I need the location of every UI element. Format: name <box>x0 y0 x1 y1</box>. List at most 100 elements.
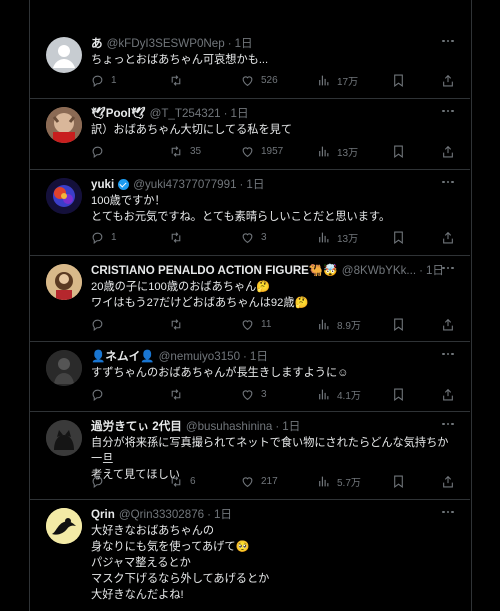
user-handle[interactable]: @busuhashinina <box>186 420 273 433</box>
more-icon[interactable] <box>442 508 456 516</box>
tweet-time[interactable]: 1日 <box>282 418 300 434</box>
reply-button[interactable] <box>91 473 111 489</box>
tweet-header: 👤ネムイ👤 @nemuiyo3150 · 1日 <box>91 348 454 364</box>
tweet-time[interactable]: 1日 <box>246 176 264 192</box>
like-button[interactable]: 217 <box>241 473 278 489</box>
views-button[interactable]: 17万 <box>317 72 358 88</box>
views-button[interactable]: 5.7万 <box>317 473 361 489</box>
tweet-actions: 1 526 17万 <box>91 72 456 88</box>
user-handle[interactable]: @kFDyI3SESWP0Nep <box>107 37 225 50</box>
views-button[interactable]: 8.9万 <box>317 316 361 332</box>
retweet-icon <box>171 388 181 400</box>
views-count: 8.9万 <box>337 320 361 332</box>
user-handle[interactable]: @nemuiyo3150 <box>159 350 240 363</box>
like-count: 217 <box>261 475 278 487</box>
bookmark-button[interactable] <box>393 386 404 402</box>
more-icon[interactable] <box>442 264 456 272</box>
reply-button[interactable]: 1 <box>91 72 117 88</box>
bookmark-button[interactable] <box>393 229 404 245</box>
more-icon[interactable] <box>442 107 456 115</box>
display-name[interactable]: CRISTIANO PENALDO ACTION FIGURE🐫🤯 <box>91 263 338 277</box>
share-button[interactable] <box>442 316 454 332</box>
avatar[interactable] <box>46 37 82 73</box>
bookmark-icon <box>394 231 403 244</box>
tweet-time[interactable]: 1日 <box>235 35 253 51</box>
retweet-icon <box>171 231 181 243</box>
like-button[interactable]: 3 <box>241 229 267 245</box>
tweet-time[interactable]: 1日 <box>214 506 232 522</box>
display-name[interactable]: 過労きてぃ 2代目 <box>91 418 182 434</box>
retweet-button[interactable] <box>169 72 190 88</box>
display-name[interactable]: あ <box>91 35 103 51</box>
retweet-button[interactable]: 6 <box>169 473 196 489</box>
display-name[interactable]: 👤ネムイ👤 <box>91 348 155 364</box>
tweet[interactable]: Qrin @Qrin33302876 · 1日 大好きなおばあちゃんの 身なりに… <box>29 500 470 611</box>
reply-button[interactable] <box>91 386 111 402</box>
share-button[interactable] <box>442 72 454 88</box>
avatar[interactable] <box>46 178 82 214</box>
bookmark-button[interactable] <box>393 143 404 159</box>
avatar[interactable] <box>46 264 82 300</box>
reply-count: 1 <box>111 74 117 86</box>
user-handle[interactable]: @yuki47377077991 <box>133 178 236 191</box>
bookmark-button[interactable] <box>393 473 404 489</box>
user-handle[interactable]: @T_T254321 <box>150 107 221 120</box>
share-button[interactable] <box>442 473 454 489</box>
views-button[interactable]: 13万 <box>317 229 358 245</box>
tweet-line: 自分が将来孫に写真撮られてネットで食い物にされたらどんな気持ちか一旦 <box>91 437 449 465</box>
tweet[interactable]: 👤ネムイ👤 @nemuiyo3150 · 1日 すずちゃんのおばあちゃんが長生き… <box>29 342 470 412</box>
avatar[interactable] <box>46 420 82 456</box>
display-name[interactable]: yuki <box>91 178 114 191</box>
tweet[interactable]: CRISTIANO PENALDO ACTION FIGURE🐫🤯 @8KWbY… <box>29 256 470 342</box>
share-button[interactable] <box>442 386 454 402</box>
tweet-time[interactable]: 1日 <box>250 348 268 364</box>
reply-button[interactable]: 1 <box>91 229 117 245</box>
display-name[interactable]: 🕊Pool🕊 <box>91 106 146 120</box>
tweet[interactable]: 🕊Pool🕊 @T_T254321 · 1日 訳）おばあちゃん大切にしてる私を見… <box>29 99 470 170</box>
more-icon[interactable] <box>442 37 456 45</box>
more-icon[interactable] <box>442 350 456 358</box>
avatar[interactable] <box>46 350 82 386</box>
views-button[interactable]: 4.1万 <box>317 386 361 402</box>
bookmark-button[interactable] <box>393 316 404 332</box>
tweet-header: 🕊Pool🕊 @T_T254321 · 1日 <box>91 105 454 121</box>
tweet-line: 100歳ですか！ <box>91 195 166 207</box>
reply-button[interactable] <box>91 143 111 159</box>
reply-icon <box>92 146 103 158</box>
like-count: 3 <box>261 388 267 400</box>
views-count: 13万 <box>337 233 359 245</box>
reply-button[interactable] <box>91 316 111 332</box>
views-button[interactable]: 13万 <box>317 143 358 159</box>
share-button[interactable] <box>442 229 454 245</box>
retweet-button[interactable]: 35 <box>169 143 201 159</box>
retweet-button[interactable] <box>169 386 190 402</box>
like-button[interactable]: 1957 <box>241 143 283 159</box>
verified-badge-icon <box>118 178 130 190</box>
reply-icon <box>92 232 103 244</box>
tweet-line: 訳）おばあちゃん大切にしてる私を見て <box>91 124 293 136</box>
more-icon[interactable] <box>442 178 456 186</box>
tweet[interactable]: あ @kFDyI3SESWP0Nep · 1日 ちょっとおばあちゃん可哀想かも.… <box>29 29 470 99</box>
retweet-button[interactable] <box>169 229 190 245</box>
like-button[interactable]: 11 <box>241 316 271 332</box>
tweet[interactable]: yuki @yuki47377077991 · 1日 100歳ですか！ とてもお… <box>29 170 470 256</box>
tweet[interactable]: 過労きてぃ 2代目 @busuhashinina · 1日 自分が将来孫に写真撮… <box>29 412 470 500</box>
user-handle[interactable]: @8KWbYKk... <box>342 264 416 277</box>
share-button[interactable] <box>442 143 454 159</box>
like-button[interactable]: 3 <box>241 386 267 402</box>
bookmark-button[interactable] <box>393 72 404 88</box>
avatar[interactable] <box>46 508 82 544</box>
tweet-text: 20歳の子に100歳のおばあちゃん🤔 ワイはもう27だけどおばあちゃんは92歳🤔 <box>91 279 456 311</box>
share-icon <box>443 145 453 157</box>
user-handle[interactable]: @Qrin33302876 <box>119 508 204 521</box>
retweet-button[interactable] <box>169 316 190 332</box>
display-name[interactable]: Qrin <box>91 508 115 521</box>
tweet-line: パジャマ整えるとか <box>91 557 191 569</box>
share-icon <box>443 74 453 86</box>
more-icon[interactable] <box>442 420 456 428</box>
tweet-text: すずちゃんのおばあちゃんが長生きしますように☺ <box>91 365 456 381</box>
tweet-time[interactable]: 1日 <box>231 105 249 121</box>
bookmark-icon <box>394 74 403 87</box>
like-button[interactable]: 526 <box>241 72 278 88</box>
avatar[interactable] <box>46 107 82 143</box>
